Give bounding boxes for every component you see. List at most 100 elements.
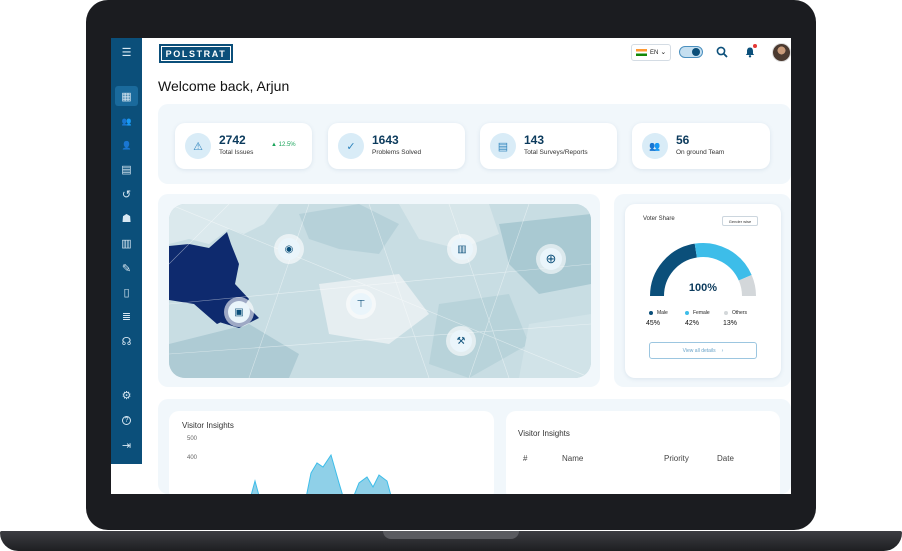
region-map[interactable]: ◉ ▥ ⊕ ▣ ⊤ ⚒ [169,204,591,378]
binoculars-icon: ◉ [278,238,300,260]
voter-share-gauge: 100% [650,243,756,297]
top-bar: POLSTRAT EN ⌄ [142,38,791,78]
stat-card-surveys[interactable]: ▤ 143 Total Surveys/Reports [480,123,617,169]
visitor-insights-title: Visitor Insights [182,421,234,430]
legend-male-pct: 45% [646,320,661,327]
marker-construction[interactable]: ⚒ [446,326,476,356]
stat-label: Total Surveys/Reports [524,149,588,156]
report-icon: ▥ [121,237,132,250]
user-avatar[interactable] [772,43,791,62]
stat-change: ▲ 12.5% [271,142,296,148]
legend-male: Male [649,310,668,316]
brand-logo[interactable]: POLSTRAT [159,44,233,63]
visitor-insights-table-card: Visitor Insights # Name Priority Date [506,411,780,494]
visitor-table-title: Visitor Insights [518,429,570,438]
warning-icon: ⚠ [185,133,211,159]
voter-share-title: Voter Share [643,216,675,222]
check-icon: ✓ [338,133,364,159]
sidebar-item-edit[interactable]: ✎ [115,258,138,278]
theme-toggle[interactable] [679,46,703,58]
sidebar: ☰ ▦ 👥 👤 ▤ ↺ ☗ ▥ ✎ ▯ ≣ ☊ ⚙ ? ⇥ [111,38,142,464]
sidebar-item-help[interactable]: ? [115,410,138,430]
sidebar-item-history[interactable]: ↺ [115,184,138,204]
legend-dot [724,310,728,315]
people-icon: 👤 [121,140,132,150]
stat-value: 56 [676,133,690,147]
marker-ambulance[interactable]: ▣ [224,297,254,327]
legend-female: Female [685,310,710,316]
column-header-name[interactable]: Name [562,454,583,463]
stat-card-team[interactable]: 👥 56 On ground Team [632,123,770,169]
gauge-total: 100% [689,282,717,294]
stat-value: 143 [524,133,545,147]
legend-dot [649,310,653,315]
stats-panel: ⚠ 2742 Total Issues ▲ 12.5% ✓ 1643 Probl… [158,104,791,184]
page-title: Welcome back, Arjun [158,78,290,94]
edit-icon: ✎ [121,262,132,275]
column-header-date[interactable]: Date [717,454,734,463]
sidebar-item-dashboard[interactable]: ▦ [115,86,138,106]
voter-share-panel: Voter Share Gender wise 100% Male Female… [614,194,791,387]
sidebar-item-logout[interactable]: ⇥ [115,435,138,455]
legend-others-pct: 13% [723,320,738,327]
stat-label: On ground Team [676,149,725,156]
sidebar-item-support[interactable]: ☊ [115,331,138,351]
brand-name: POLSTRAT [162,47,230,60]
legend-female-pct: 42% [685,320,700,327]
visitor-insights-chart-card: Visitor Insights 500 400 [169,411,494,494]
marker-building[interactable]: ▥ [447,234,477,264]
map-regions [169,204,591,378]
dashboard-icon: ▦ [121,90,132,103]
marker-binoculars[interactable]: ◉ [274,234,304,264]
sidebar-item-list[interactable]: ≣ [115,306,138,326]
laptop-notch [383,531,519,539]
stat-value: 1643 [372,133,399,147]
visitor-area-chart [250,453,392,494]
hospital-icon: ⊕ [540,248,562,270]
stat-card-total-issues[interactable]: ⚠ 2742 Total Issues ▲ 12.5% [175,123,312,169]
stat-label: Total Issues [219,149,254,156]
settings-icon: ⚙ [121,389,132,402]
list-icon: ≣ [121,310,132,323]
map-panel: ◉ ▥ ⊕ ▣ ⊤ ⚒ [158,194,600,387]
sidebar-item-settings[interactable]: ⚙ [115,385,138,405]
chevron-right-icon: › [721,347,724,354]
column-header-index: # [523,454,528,463]
y-tick: 400 [187,455,198,461]
logout-icon: ⇥ [121,439,132,452]
sidebar-item-voters[interactable]: ☗ [115,208,138,228]
sidebar-item-reports[interactable]: ▥ [115,233,138,253]
gauge-segment-female [694,243,752,281]
language-selector[interactable]: EN ⌄ [631,44,671,61]
sidebar-item-people[interactable]: 👤 [115,135,138,155]
gender-filter-select[interactable]: Gender wise [722,216,758,226]
team-icon: 👥 [121,116,132,126]
voter-icon: ☗ [121,212,132,225]
bell-icon[interactable] [742,44,758,60]
stat-label: Problems Solved [372,149,422,156]
menu-icon[interactable]: ☰ [115,42,138,62]
gauge-segment-others [738,274,756,297]
chevron-down-icon: ⌄ [660,49,667,56]
building-icon: ▥ [451,238,473,260]
legend-others: Others [724,310,747,316]
search-icon[interactable] [714,44,730,60]
view-all-details-button[interactable]: View all details › [649,342,757,359]
bottom-panel: Visitor Insights 500 400 Visitor Insight… [158,399,791,494]
history-icon: ↺ [121,188,132,201]
legend-dot [685,310,689,315]
app-screen: ☰ ▦ 👥 👤 ▤ ↺ ☗ ▥ ✎ ▯ ≣ ☊ ⚙ ? ⇥ POLSTRAT E… [111,38,791,494]
marker-hospital[interactable]: ⊕ [536,244,566,274]
stat-value: 2742 [219,133,246,147]
column-header-priority[interactable]: Priority [664,454,689,463]
sidebar-item-documents[interactable]: ▤ [115,159,138,179]
toggle-knob [692,48,700,56]
sidebar-item-book[interactable]: ▯ [115,282,138,302]
stat-card-problems-solved[interactable]: ✓ 1643 Problems Solved [328,123,465,169]
ambulance-icon: ▣ [228,301,250,323]
marker-water-tap[interactable]: ⊤ [346,289,376,319]
language-label: EN [650,49,659,56]
book-icon: ▯ [123,286,130,299]
team-icon: 👥 [642,133,668,159]
sidebar-item-team[interactable]: 👥 [115,111,138,131]
